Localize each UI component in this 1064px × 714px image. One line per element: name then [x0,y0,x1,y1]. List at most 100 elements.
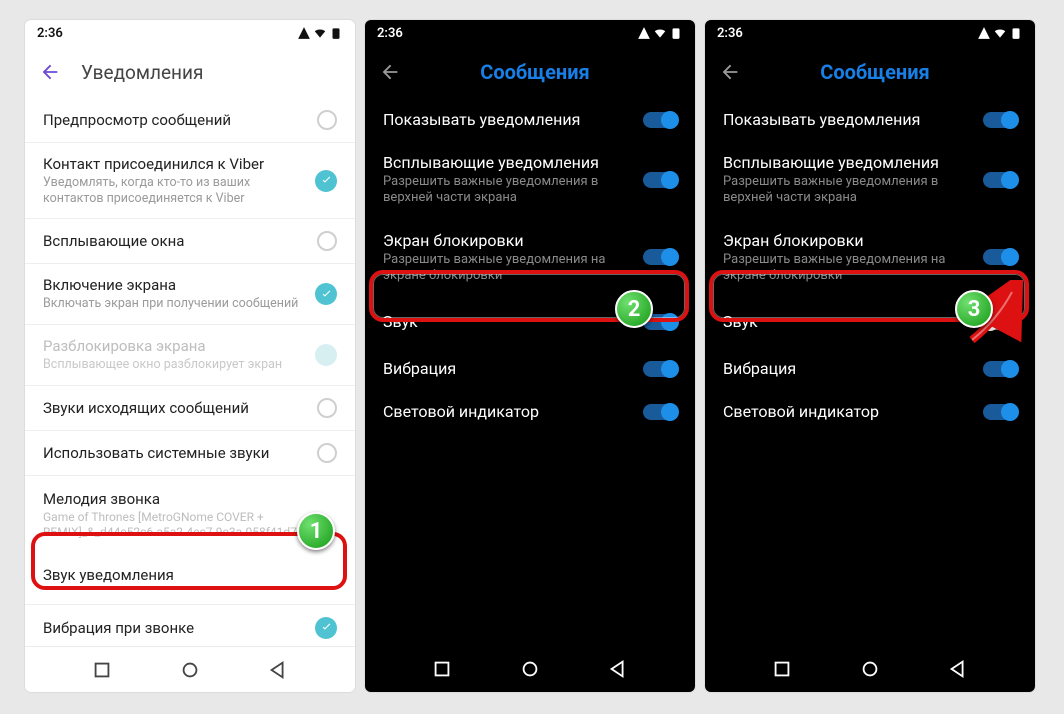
status-icons [637,26,683,40]
phone-panel-3: 2:36 Сообщения Показывать уведомления Вс… [705,20,1035,692]
row-message-preview[interactable]: Предпросмотр сообщений [25,98,355,143]
toggle-on[interactable] [983,404,1017,420]
battery-icon [669,26,683,40]
status-time: 2:36 [377,26,403,41]
callout-badge-3: 3 [955,290,993,328]
nav-home-button[interactable] [179,659,201,681]
row-label: Всплывающие уведомления [383,153,631,172]
callout-badge-2: 2 [615,290,653,328]
header-title: Сообщения [421,60,649,84]
nav-home-button[interactable] [859,658,881,680]
row-vibrate[interactable]: Вибрация [365,347,695,390]
radio-unchecked-icon[interactable] [317,398,337,418]
back-button[interactable] [379,61,401,83]
row-label: Звук [723,312,971,331]
row-popup-windows[interactable]: Всплывающие окна [25,219,355,264]
row-label: Разблокировка экрана [43,337,303,355]
nav-recent-button[interactable] [771,658,793,680]
row-outgoing-sounds[interactable]: Звуки исходящих сообщений [25,386,355,431]
row-label: Звуки исходящих сообщений [43,399,305,417]
checkbox-disabled-icon [315,344,337,366]
badge-number: 1 [310,519,323,544]
checkbox-on-icon[interactable] [315,283,337,305]
wifi-icon [653,26,667,40]
row-popup-notifications[interactable]: Всплывающие уведомления Разрешить важные… [365,141,695,219]
row-sublabel: Всплывающее окно разблокирует экран [43,357,303,373]
status-icons [297,26,343,40]
row-system-sounds[interactable]: Использовать системные звуки [25,431,355,476]
battery-icon [329,26,343,40]
toggle-on[interactable] [643,249,677,265]
row-light-indicator[interactable]: Световой индикатор [365,390,695,433]
toggle-on[interactable] [983,249,1017,265]
back-button[interactable] [719,61,741,83]
checkbox-on-icon[interactable] [315,170,337,192]
toggle-on[interactable] [983,361,1017,377]
row-label: Вибрация [383,359,631,378]
row-label: Экран блокировки [723,231,971,250]
row-label: Вибрация [723,359,971,378]
toggle-on[interactable] [983,112,1017,128]
toggle-on[interactable] [643,361,677,377]
row-label: Контакт присоединился к Viber [43,155,303,173]
header-title: Сообщения [761,60,989,84]
toggle-on[interactable] [643,112,677,128]
row-show-notifications[interactable]: Показывать уведомления [365,98,695,141]
badge-number: 2 [628,297,641,322]
toggle-on[interactable] [983,172,1017,188]
row-show-notifications[interactable]: Показывать уведомления [705,98,1035,141]
row-vibrate-call[interactable]: Вибрация при звонке [25,605,355,647]
header: Сообщения [705,46,1035,98]
row-screen-unlock: Разблокировка экрана Всплывающее окно ра… [25,325,355,386]
nav-bar [365,646,695,692]
nav-bar [25,646,355,692]
row-label: Предпросмотр сообщений [43,111,305,129]
row-screen-on[interactable]: Включение экрана Включать экран при полу… [25,264,355,325]
row-label: Использовать системные звуки [43,444,305,462]
row-light-indicator[interactable]: Световой индикатор [705,390,1035,433]
phone-panel-2: 2:36 Сообщения Показывать уведомления Вс… [365,20,695,692]
nav-back-button[interactable] [947,658,969,680]
nav-home-button[interactable] [519,658,541,680]
row-sublabel: Разрешить важные уведомления на экране б… [383,252,631,285]
signal-icon [297,26,311,40]
row-sublabel: Включать экран при получении сообщений [43,296,303,312]
status-time: 2:36 [717,26,743,41]
row-sublabel: Game of Thrones [MetroGNome COVER + REMI… [43,510,337,540]
toggle-on[interactable] [643,172,677,188]
radio-unchecked-icon[interactable] [317,443,337,463]
row-sublabel: Разрешить важные уведомления в верхней ч… [383,174,631,207]
badge-number: 3 [968,297,981,322]
header: Сообщения [365,46,695,98]
toggle-on[interactable] [643,404,677,420]
settings-list: Показывать уведомления Всплывающие уведо… [365,98,695,646]
battery-icon [1009,26,1023,40]
row-popup-notifications[interactable]: Всплывающие уведомления Разрешить важные… [705,141,1035,219]
settings-list: Предпросмотр сообщений Контакт присоедин… [25,98,355,646]
callout-badge-1: 1 [297,512,335,550]
row-label: Всплывающие уведомления [723,153,971,172]
row-label: Всплывающие окна [43,232,305,250]
row-contact-joined[interactable]: Контакт присоединился к Viber Уведомлять… [25,143,355,219]
row-label: Световой индикатор [723,402,971,421]
row-vibrate[interactable]: Вибрация [705,347,1035,390]
nav-recent-button[interactable] [91,659,113,681]
status-bar: 2:36 [25,20,355,46]
checkbox-on-icon[interactable] [315,617,337,639]
row-sublabel: Разрешить важные уведомления в верхней ч… [723,174,971,207]
header-title: Уведомления [81,61,203,84]
status-icons [977,26,1023,40]
row-notification-sound[interactable]: Звук уведомления [25,546,355,605]
nav-recent-button[interactable] [431,658,453,680]
nav-back-button[interactable] [607,658,629,680]
settings-list: Показывать уведомления Всплывающие уведо… [705,98,1035,646]
row-lock-screen[interactable]: Экран блокировки Разрешить важные уведом… [365,219,695,297]
row-label: Показывать уведомления [383,110,631,129]
back-button[interactable] [39,61,61,83]
radio-unchecked-icon[interactable] [317,231,337,251]
row-lock-screen[interactable]: Экран блокировки Разрешить важные уведом… [705,219,1035,297]
row-label: Звук [383,312,631,331]
radio-unchecked-icon[interactable] [317,110,337,130]
row-sublabel: Уведомлять, когда кто-то из ваших контак… [43,175,303,206]
nav-back-button[interactable] [267,659,289,681]
